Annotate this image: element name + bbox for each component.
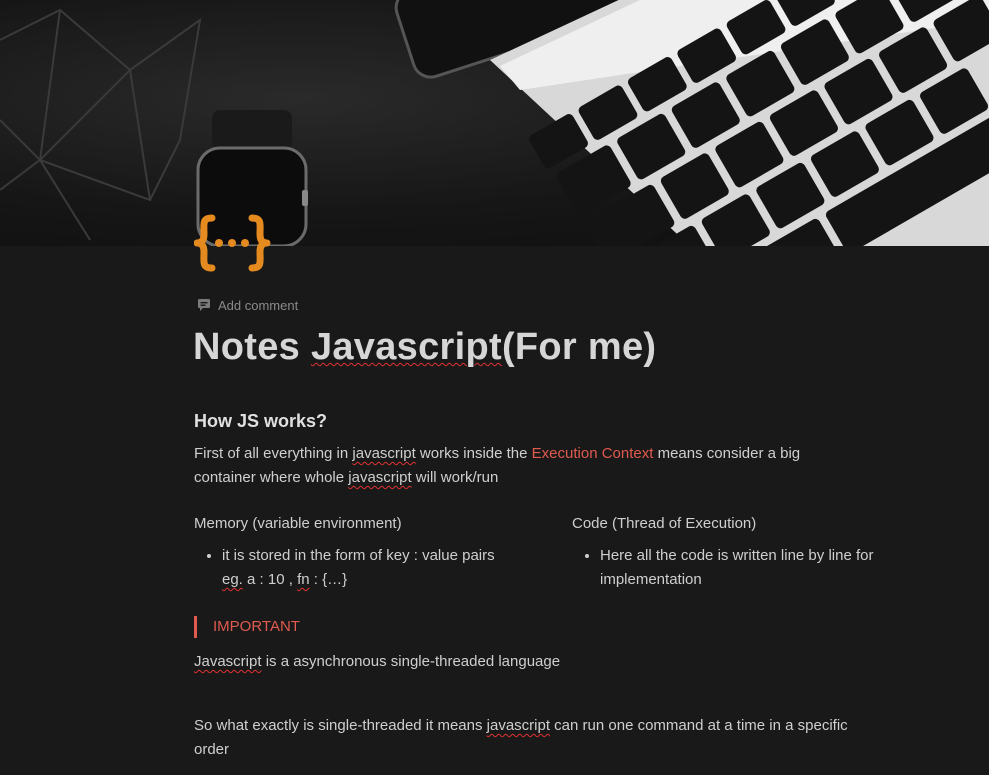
page-title[interactable]: Notes Javascript(For me): [193, 326, 656, 369]
text: So what exactly is single-threaded it me…: [194, 717, 487, 734]
text: : {…}: [309, 571, 348, 588]
column-memory-title[interactable]: Memory (variable environment): [194, 514, 534, 534]
text: is a asynchronous single-threaded langua…: [261, 653, 561, 670]
column-code: Code (Thread of Execution) Here all the …: [572, 514, 892, 592]
text: javascript: [352, 445, 416, 462]
paragraph-single-threaded[interactable]: Javascript is a asynchronous single-thre…: [194, 650, 894, 674]
comment-icon: [197, 298, 211, 312]
text: eg.: [222, 571, 243, 588]
cover-image: [0, 0, 989, 246]
text: it is stored in the form of key : value …: [222, 547, 495, 564]
paragraph-execution-context[interactable]: First of all everything in javascript wo…: [194, 442, 894, 490]
laptop-keyboard-illustration: [0, 0, 989, 246]
add-comment-label: Add comment: [218, 297, 299, 313]
title-text-1: Notes: [193, 326, 311, 368]
title-text-3: (For me): [501, 326, 657, 368]
curly-braces-icon[interactable]: [193, 212, 274, 274]
add-comment-button[interactable]: Add comment: [197, 296, 298, 314]
text: will work/run: [411, 469, 499, 486]
text: javascript: [486, 717, 551, 734]
quote-text: IMPORTANT: [213, 618, 300, 635]
text: Javascript: [194, 653, 262, 670]
column-memory: Memory (variable environment) it is stor…: [194, 514, 534, 592]
important-quote[interactable]: IMPORTANT: [194, 616, 300, 638]
paragraph-single-threaded-explanation[interactable]: So what exactly is single-threaded it me…: [194, 714, 894, 762]
list-item[interactable]: Here all the code is written line by lin…: [600, 544, 892, 592]
text: container where whole: [194, 469, 349, 486]
section-heading[interactable]: How JS works?: [194, 411, 894, 432]
section-heading-block: How JS works?: [194, 411, 894, 432]
text: works inside the: [415, 445, 532, 462]
text: can run one command at a time in a speci…: [550, 717, 848, 734]
column-code-title[interactable]: Code (Thread of Execution): [572, 514, 892, 534]
text: fn: [297, 571, 310, 588]
text: order: [194, 741, 230, 758]
text: First of all everything in: [194, 445, 353, 462]
text: a : 10 ,: [242, 571, 298, 588]
text: means consider a big: [653, 445, 801, 462]
text: javascript: [348, 469, 412, 486]
highlight-execution-context: Execution Context: [531, 445, 654, 462]
list-item[interactable]: it is stored in the form of key : value …: [222, 544, 534, 592]
title-text-2: Javascript: [310, 326, 502, 368]
